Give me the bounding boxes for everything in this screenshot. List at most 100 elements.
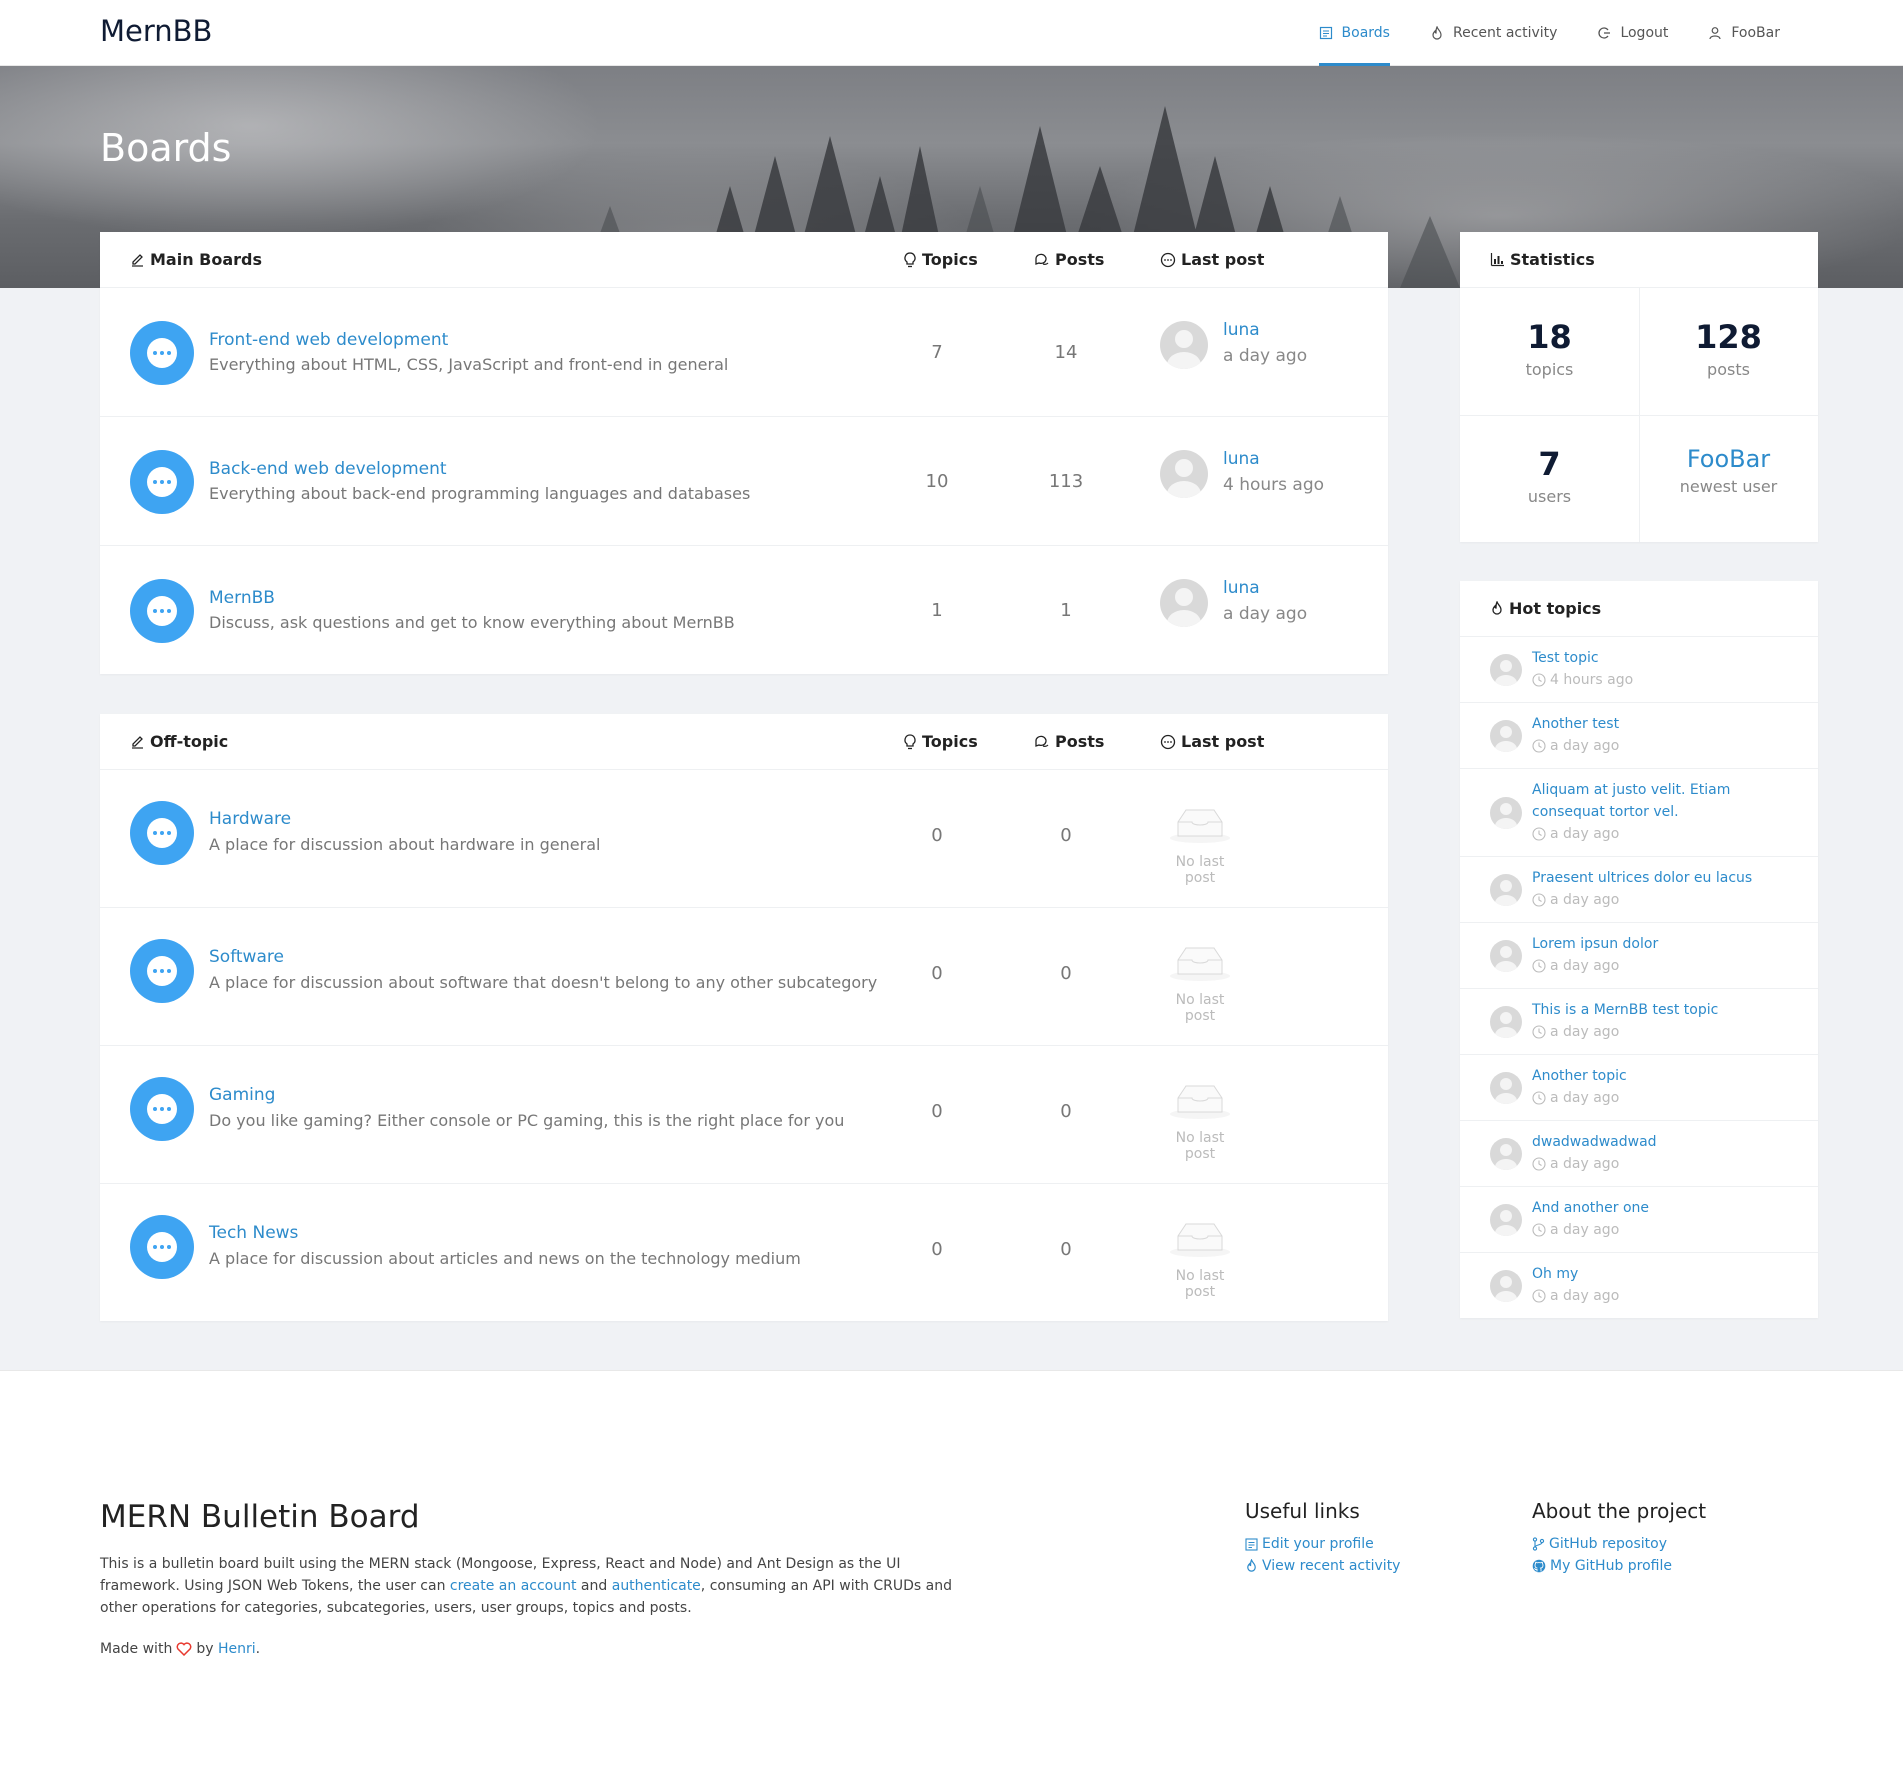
avatar [1490, 1204, 1522, 1236]
github-icon [1532, 1559, 1546, 1573]
avatar[interactable] [1160, 450, 1208, 498]
board-row[interactable]: Gaming Do you like gaming? Either consol… [100, 1046, 1388, 1184]
hot-topic-time: a day ago [1532, 826, 1619, 842]
board-title[interactable]: Software [209, 947, 284, 967]
last-post-time: 4 hours ago [1223, 475, 1325, 495]
hot-topic-title[interactable]: Aliquam at justo velit. Etiam consequat … [1532, 779, 1802, 823]
stat-topics: 18 topics [1460, 288, 1639, 415]
board-topics-count: 0 [931, 963, 943, 984]
statistics-card: Statistics 18 topics 128 posts 7 users F… [1460, 232, 1818, 542]
hot-topic-title[interactable]: Oh my [1532, 1263, 1802, 1285]
avatar[interactable] [1160, 579, 1208, 627]
branch-icon [1532, 1537, 1545, 1551]
no-last-post: No last post [1160, 804, 1240, 886]
col-last-post-label: Last post [1181, 732, 1265, 751]
github-profile-link[interactable]: My GitHub profile [1532, 1555, 1706, 1577]
last-post-user[interactable]: luna [1223, 320, 1260, 340]
authenticate-link[interactable]: authenticate [612, 1578, 701, 1594]
hot-topic-title[interactable]: Test topic [1532, 647, 1802, 669]
col-posts: Posts [1034, 250, 1104, 269]
hot-topic-item[interactable]: This is a MernBB test topic a day ago [1460, 989, 1818, 1055]
nav-logout-label: Logout [1620, 25, 1669, 41]
newest-user-link[interactable]: FooBar [1639, 445, 1818, 473]
nav-boards[interactable]: Boards [1299, 0, 1410, 66]
category-header: Off-topic Topics Posts Last post [100, 714, 1388, 770]
avatar [1490, 1006, 1522, 1038]
clock-icon [1532, 1289, 1546, 1303]
fire-icon [1432, 26, 1442, 40]
bulb-icon [904, 251, 916, 267]
board-title[interactable]: Back-end web development [209, 459, 447, 479]
avatar [1490, 874, 1522, 906]
author-link[interactable]: Henri [218, 1641, 256, 1657]
hot-topic-item[interactable]: Another topic a day ago [1460, 1055, 1818, 1121]
board-title[interactable]: Hardware [209, 809, 291, 829]
hot-topic-item[interactable]: Lorem ipsun dolor a day ago [1460, 923, 1818, 989]
clock-icon [1532, 959, 1546, 973]
hot-topic-item[interactable]: And another one a day ago [1460, 1187, 1818, 1253]
board-description: A place for discussion about software th… [209, 973, 878, 992]
category-main-boards: Main Boards Topics Posts Last post Front… [100, 232, 1388, 674]
board-title[interactable]: Front-end web development [209, 330, 448, 350]
hot-topic-title[interactable]: Another topic [1532, 1065, 1802, 1087]
board-row[interactable]: Software A place for discussion about so… [100, 908, 1388, 1046]
edit-profile-link[interactable]: Edit your profile [1245, 1533, 1400, 1555]
hot-topic-item[interactable]: Test topic 4 hours ago [1460, 637, 1818, 703]
board-row[interactable]: MernBB Discuss, ask questions and get to… [100, 546, 1388, 674]
board-row[interactable]: Front-end web development Everything abo… [100, 288, 1388, 417]
fire-icon [1492, 601, 1502, 615]
main-nav: Boards Recent activity Logout FooBar [1299, 0, 1800, 66]
hot-topic-item[interactable]: Aliquam at justo velit. Etiam consequat … [1460, 769, 1818, 857]
board-chat-icon [130, 450, 194, 514]
hot-topic-title[interactable]: Praesent ultrices dolor eu lacus [1532, 867, 1802, 889]
last-post-user[interactable]: luna [1223, 449, 1260, 469]
hot-topic-item[interactable]: Praesent ultrices dolor eu lacus a day a… [1460, 857, 1818, 923]
board-row[interactable]: Back-end web development Everything abou… [100, 417, 1388, 546]
hot-topic-title[interactable]: Another test [1532, 713, 1802, 735]
clock-icon [1532, 1223, 1546, 1237]
footer: MERN Bulletin Board This is a bulletin b… [0, 1370, 1903, 1786]
edit-icon [132, 736, 143, 749]
stat-posts-value: 128 [1695, 318, 1762, 356]
hot-topic-item[interactable]: Oh my a day ago [1460, 1253, 1818, 1319]
hot-topics-title-label: Hot topics [1509, 599, 1602, 618]
avatar [1490, 654, 1522, 686]
board-title[interactable]: Gaming [209, 1085, 275, 1105]
nav-user-label: FooBar [1731, 25, 1780, 41]
no-last-post-text: No last post [1175, 1130, 1225, 1162]
nav-user-profile[interactable]: FooBar [1688, 0, 1800, 66]
hot-topic-time-label: a day ago [1550, 1024, 1620, 1040]
no-last-post: No last post [1160, 1218, 1240, 1300]
bar-chart-icon [1490, 253, 1504, 267]
hot-topic-title[interactable]: This is a MernBB test topic [1532, 999, 1802, 1021]
made-with-text: Made with [100, 1641, 173, 1657]
create-account-link[interactable]: create an account [450, 1578, 577, 1594]
category-name: Off-topic [150, 732, 229, 751]
avatar[interactable] [1160, 321, 1208, 369]
no-last-post-text: No last post [1175, 854, 1225, 886]
nav-logout[interactable]: Logout [1577, 0, 1688, 66]
board-title[interactable]: MernBB [209, 588, 275, 608]
board-description: A place for discussion about articles an… [209, 1249, 801, 1268]
view-recent-activity-link[interactable]: View recent activity [1245, 1555, 1400, 1577]
nav-recent-activity[interactable]: Recent activity [1410, 0, 1577, 66]
clock-icon [1532, 1025, 1546, 1039]
comments-icon [1035, 735, 1049, 747]
hot-topic-item[interactable]: Another test a day ago [1460, 703, 1818, 769]
useful-links: Useful links Edit your profile View rece… [1245, 1499, 1400, 1577]
last-post-user[interactable]: luna [1223, 578, 1260, 598]
empty-inbox-icon [1170, 1085, 1230, 1119]
board-chat-icon [130, 579, 194, 643]
hot-topic-title[interactable]: Lorem ipsun dolor [1532, 933, 1802, 955]
heart-icon [176, 1642, 192, 1656]
board-title[interactable]: Tech News [209, 1223, 298, 1243]
brand-logo[interactable]: MernBB [100, 14, 212, 48]
github-repo-link[interactable]: GitHub repositoy [1532, 1533, 1706, 1555]
hot-topic-title[interactable]: And another one [1532, 1197, 1802, 1219]
board-posts-count: 0 [1060, 1101, 1072, 1122]
hot-topic-time: a day ago [1532, 1024, 1619, 1040]
board-row[interactable]: Tech News A place for discussion about a… [100, 1184, 1388, 1321]
board-row[interactable]: Hardware A place for discussion about ha… [100, 770, 1388, 908]
hot-topic-item[interactable]: dwadwadwadwad a day ago [1460, 1121, 1818, 1187]
hot-topic-title[interactable]: dwadwadwadwad [1532, 1131, 1802, 1153]
